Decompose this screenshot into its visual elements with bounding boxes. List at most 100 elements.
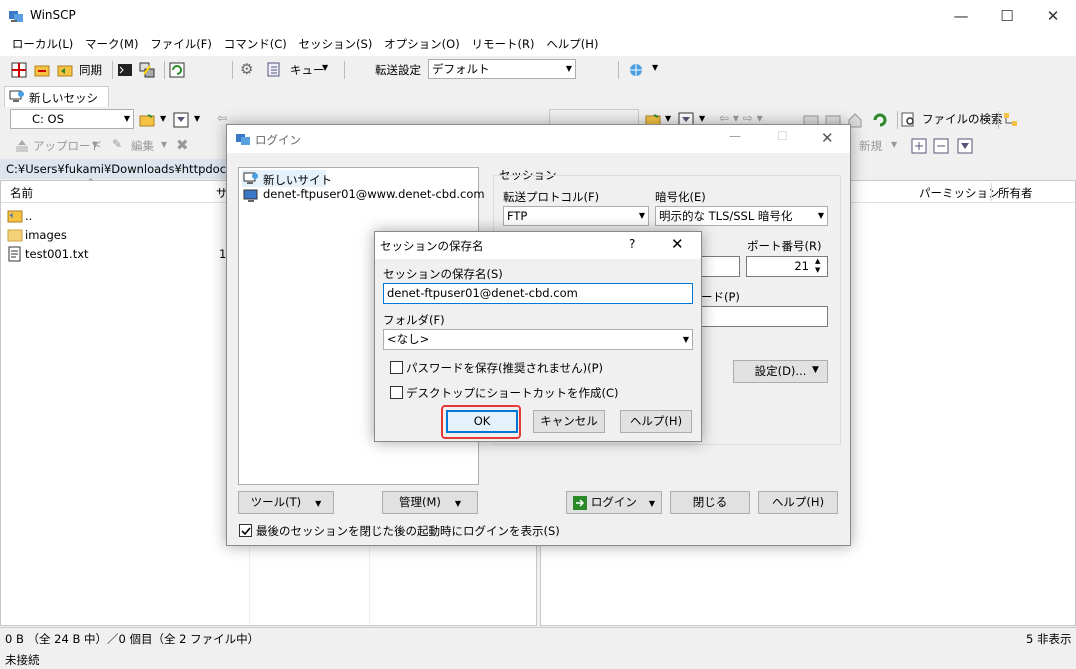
refresh-screen-icon[interactable] [169, 62, 185, 78]
save-dialog-close-button[interactable]: ✕ [671, 235, 684, 253]
remote-new-label[interactable]: 新規 [859, 138, 882, 154]
find-files-label[interactable]: ファイルの検索 [922, 111, 1003, 127]
local-path: C:¥Users¥fukami¥Downloads¥httpdocs¥ [6, 162, 240, 176]
sync-icon[interactable] [57, 62, 73, 78]
protocol-select[interactable]: FTP ▼ [503, 206, 649, 226]
save-dialog-titlebar: セッションの保存名 ? ✕ [375, 232, 701, 259]
local-drive-select[interactable]: C: OS ▼ [10, 109, 134, 129]
folder-select[interactable]: <なし> ▼ [383, 329, 693, 350]
menu-file[interactable]: ファイル(F) [146, 32, 216, 52]
console-icon[interactable] [117, 62, 133, 78]
edit-dropdown-icon[interactable]: ▼ [161, 140, 167, 149]
edit-icon[interactable]: ✎ [112, 137, 122, 151]
maximize-button[interactable]: ☐ [984, 0, 1030, 32]
site-item-saved[interactable]: denet-ftpuser01@www.denet-cbd.com [242, 187, 485, 204]
menu-help[interactable]: ヘルプ(H) [542, 32, 602, 52]
compare-icon[interactable] [11, 62, 27, 78]
col-name[interactable]: 名前 [10, 185, 33, 201]
folder-icon [7, 229, 23, 242]
show-login-checkbox[interactable] [239, 524, 252, 537]
local-filter-dropdown-icon[interactable]: ▼ [194, 114, 200, 123]
delete-icon[interactable]: ✖ [176, 136, 189, 154]
preferences-gear-icon[interactable]: ⚙ [240, 60, 253, 78]
folder-label: フォルダ(F) [383, 313, 445, 327]
site-item-new[interactable]: 新しいサイト [242, 170, 332, 187]
local-back-icon[interactable]: ⇦ [217, 111, 227, 125]
login-maximize-button[interactable]: ☐ [777, 129, 788, 143]
login-minimize-button[interactable]: — [729, 129, 741, 143]
local-folder-dropdown-icon[interactable]: ▼ [160, 114, 166, 123]
login-button[interactable]: ログイン ▼ [566, 491, 662, 514]
putty-icon[interactable] [139, 62, 155, 78]
remote-plus-icon[interactable] [911, 138, 927, 154]
col-permission[interactable]: パーミッション [919, 185, 1000, 201]
ok-button[interactable]: OK [446, 410, 518, 433]
remote-filter2-icon[interactable] [957, 138, 973, 154]
local-selection-status: 0 B （全 24 B 中）／0 個目（全 2 ファイル中） [5, 632, 260, 646]
remote-new-dropdown-icon[interactable]: ▼ [891, 140, 897, 149]
login-titlebar: ログイン — ☐ ✕ [227, 125, 850, 153]
winscp-logo-icon [9, 11, 23, 22]
close-button[interactable]: 閉じる [670, 491, 750, 514]
connection-status: 未接続 [5, 653, 40, 667]
desktop-shortcut-checkbox[interactable] [390, 386, 403, 399]
sync-browse-icon[interactable] [34, 62, 50, 78]
remote-back-icon[interactable]: ⇦ ▾ ⇨ ▾ [719, 111, 763, 125]
queue-dropdown-arrow-icon[interactable]: ▼ [322, 63, 328, 72]
login-close-button[interactable]: ✕ [821, 129, 834, 147]
login-title: ログイン [255, 133, 301, 147]
session-name-label: セッションの保存名(S) [383, 267, 503, 281]
menu-remote[interactable]: リモート(R) [468, 32, 539, 52]
transfer-settings-select[interactable]: デフォルト ▼ [428, 59, 576, 79]
transfer-settings-label: 転送設定 [375, 63, 421, 77]
password-label: ード(P) [701, 290, 740, 304]
remote-filter-dropdown-icon[interactable]: ▼ [699, 114, 705, 123]
sites-dropdown-arrow-icon[interactable]: ▼ [652, 63, 658, 72]
port-spinner-icon[interactable]: ▲ ▼ [815, 257, 820, 275]
settings-split-arrow-icon[interactable]: ▼ [812, 365, 819, 375]
menu-options[interactable]: オプション(O) [380, 32, 464, 52]
sort-asc-icon: ⌃ [87, 178, 95, 188]
queue-icon[interactable] [267, 62, 283, 78]
login-help-button[interactable]: ヘルプ(H) [758, 491, 838, 514]
close-window-button[interactable]: ✕ [1030, 0, 1076, 32]
session-tab[interactable]: 新しいセッション [4, 86, 109, 121]
session-name-input[interactable]: denet-ftpuser01@denet-cbd.com [383, 283, 693, 304]
remote-folder-dropdown-icon[interactable]: ▼ [665, 114, 671, 123]
monitor-icon [243, 189, 258, 202]
find-files-icon[interactable] [901, 112, 917, 128]
menu-command[interactable]: コマンド(C) [220, 32, 291, 52]
upload-dropdown-icon[interactable]: ▼ [92, 140, 98, 149]
save-dialog-title: セッションの保存名 [380, 239, 484, 253]
save-password-checkbox[interactable] [390, 361, 403, 374]
upload-icon[interactable] [14, 138, 30, 154]
remote-minus-icon[interactable] [933, 138, 949, 154]
col-owner[interactable]: 所有者 [998, 185, 1033, 201]
minimize-button[interactable]: — [938, 0, 984, 32]
new-session-icon [9, 90, 24, 102]
edit-label[interactable]: 編集 [131, 138, 154, 154]
save-help-button[interactable]: ヘルプ(H) [620, 410, 692, 433]
save-dialog-help-icon[interactable]: ? [629, 237, 635, 251]
local-folder-open-icon[interactable] [139, 112, 155, 128]
save-password-label: パスワードを保存(推奨されません)(P) [406, 361, 604, 375]
show-login-label: 最後のセッションを閉じた後の起動時にログインを表示(S) [256, 524, 560, 538]
cancel-button[interactable]: キャンセル [533, 410, 605, 433]
remote-refresh-icon[interactable] [872, 112, 888, 128]
menu-session[interactable]: セッション(S) [295, 32, 377, 52]
encryption-select[interactable]: 明示的な TLS/SSL 暗号化 ▼ [655, 206, 828, 226]
protocol-label: 転送プロトコル(F) [503, 190, 600, 204]
queue-label[interactable]: キュー [290, 62, 325, 78]
sync-label[interactable]: 同期 [79, 62, 102, 78]
tree-icon[interactable] [1003, 112, 1019, 128]
menu-mark[interactable]: マーク(M) [81, 32, 142, 52]
tools-button[interactable]: ツール(T) ▼ [238, 491, 334, 514]
encryption-label: 暗号化(E) [655, 190, 706, 204]
window-title: WinSCP [30, 8, 76, 22]
manage-button[interactable]: 管理(M) ▼ [382, 491, 478, 514]
title-bar: WinSCP — ☐ ✕ [0, 0, 1076, 32]
sites-globe-icon[interactable] [628, 62, 644, 78]
desktop-shortcut-label: デスクトップにショートカットを作成(C) [406, 386, 619, 400]
local-filter-icon[interactable] [173, 112, 189, 128]
menu-local[interactable]: ローカル(L) [8, 32, 77, 52]
